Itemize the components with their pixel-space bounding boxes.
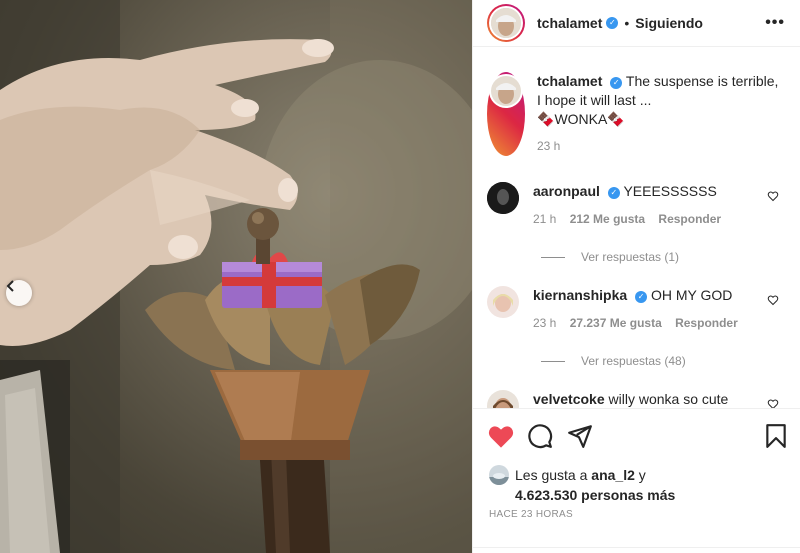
view-replies-label: Ver respuestas (48) bbox=[581, 354, 686, 368]
likes-count[interactable]: 4.623.530 personas más bbox=[515, 485, 675, 505]
comment-username[interactable]: aaronpaul bbox=[533, 183, 600, 199]
divider bbox=[473, 547, 800, 548]
caption-line-3: WONKA bbox=[554, 111, 608, 127]
comment-time[interactable]: 21 h bbox=[533, 212, 556, 226]
post-side-panel: tchalamet ✓ • Siguiendo ••• tchalamet ✓ … bbox=[472, 0, 800, 553]
caption-time[interactable]: 23 h bbox=[537, 137, 778, 156]
comment-username[interactable]: velvetcoke bbox=[533, 391, 605, 407]
post-actions: Les gusta a ana_l2 y 4.623.530 personas … bbox=[473, 408, 800, 553]
comments-list[interactable]: tchalamet ✓ The suspense is terrible, I … bbox=[473, 58, 800, 408]
post-photo bbox=[0, 0, 472, 553]
comment-item: aaronpaul ✓ YEEESSSSSS 21 h 212 Me gusta… bbox=[487, 182, 787, 228]
view-replies-button[interactable]: Ver respuestas (1) bbox=[541, 250, 679, 264]
verified-badge-icon: ✓ bbox=[635, 291, 648, 303]
chocolate-emoji-icon: 🍫 bbox=[607, 111, 625, 127]
photo-illustration bbox=[0, 0, 472, 553]
reply-button[interactable]: Responder bbox=[675, 316, 738, 330]
commenter-avatar[interactable] bbox=[487, 390, 519, 408]
commenter-avatar[interactable] bbox=[487, 286, 519, 318]
replies-divider bbox=[541, 256, 565, 258]
more-options-icon[interactable]: ••• bbox=[765, 14, 785, 32]
separator-dot: • bbox=[624, 15, 630, 31]
comment-like-heart-icon[interactable] bbox=[767, 190, 779, 202]
comment-text: YEEESSSSSS bbox=[623, 183, 717, 199]
caption-line-1: The suspense is terrible, bbox=[625, 73, 779, 89]
verified-badge-icon: ✓ bbox=[610, 77, 623, 89]
post-caption: tchalamet ✓ The suspense is terrible, I … bbox=[487, 72, 787, 156]
comment-likes[interactable]: 27.237 Me gusta bbox=[570, 316, 662, 330]
view-replies-button[interactable]: Ver respuestas (48) bbox=[541, 354, 686, 368]
post-header: tchalamet ✓ • Siguiendo ••• bbox=[473, 0, 800, 47]
avatar-photo bbox=[487, 286, 519, 318]
previous-image-button[interactable] bbox=[6, 280, 32, 306]
likes-prefix: Les gusta a bbox=[515, 467, 588, 483]
avatar-photo bbox=[489, 465, 509, 485]
reply-button[interactable]: Responder bbox=[658, 212, 721, 226]
post-timestamp[interactable]: HACE 23 HORAS bbox=[489, 509, 573, 520]
commenter-avatar[interactable] bbox=[487, 182, 519, 214]
replies-divider bbox=[541, 360, 565, 362]
liker-username[interactable]: ana_l2 bbox=[591, 467, 635, 483]
avatar-photo bbox=[491, 76, 521, 106]
view-replies-label: Ver respuestas (1) bbox=[581, 250, 680, 264]
comment-likes[interactable]: 212 Me gusta bbox=[570, 212, 645, 226]
likes-summary: Les gusta a ana_l2 y 4.623.530 personas … bbox=[489, 465, 675, 505]
action-icons bbox=[487, 423, 787, 451]
caption-line-2: I hope it will last ... bbox=[537, 92, 652, 108]
comment-time[interactable]: 23 h bbox=[533, 316, 556, 330]
verified-badge-icon: ✓ bbox=[606, 17, 619, 29]
following-button[interactable]: Siguiendo bbox=[635, 15, 703, 31]
comment-username[interactable]: kiernanshipka bbox=[533, 287, 627, 303]
chevron-left-icon bbox=[6, 280, 14, 292]
verified-badge-icon: ✓ bbox=[607, 187, 620, 199]
bookmark-icon[interactable] bbox=[765, 423, 787, 449]
comment-icon[interactable] bbox=[527, 423, 553, 449]
comment-text: willy wonka so cute bbox=[608, 391, 729, 407]
comment-text: OH MY GOD bbox=[650, 287, 733, 303]
comment-like-heart-icon[interactable] bbox=[767, 294, 779, 306]
author-avatar[interactable] bbox=[487, 4, 525, 42]
liker-avatar[interactable] bbox=[489, 465, 509, 485]
caption-avatar[interactable] bbox=[487, 72, 525, 156]
comment-item: kiernanshipka ✓ OH MY GOD 23 h 27.237 Me… bbox=[487, 286, 787, 332]
likes-and: y bbox=[638, 467, 646, 483]
author-username[interactable]: tchalamet bbox=[537, 15, 602, 31]
comment-like-heart-icon[interactable] bbox=[767, 398, 779, 408]
avatar-photo bbox=[487, 390, 519, 408]
share-icon[interactable] bbox=[567, 423, 593, 449]
avatar-photo bbox=[491, 8, 521, 38]
avatar-photo bbox=[487, 182, 519, 214]
heart-icon[interactable] bbox=[487, 423, 515, 449]
comment-item: velvetcoke willy wonka so cute bbox=[487, 390, 787, 408]
caption-username[interactable]: tchalamet bbox=[537, 73, 602, 89]
chocolate-emoji-icon: 🍫 bbox=[537, 111, 555, 127]
